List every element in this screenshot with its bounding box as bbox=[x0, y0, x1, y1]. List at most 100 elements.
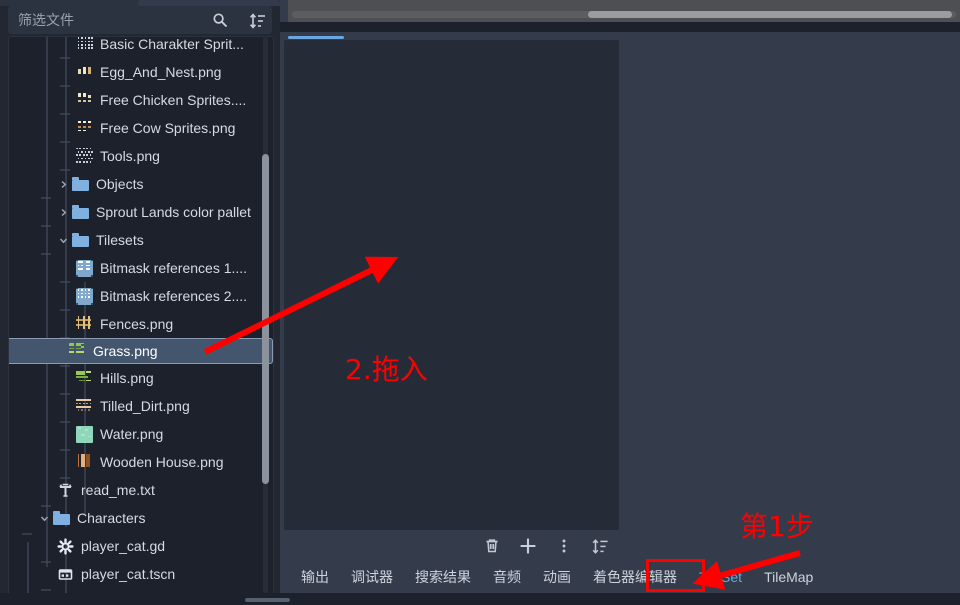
tree-row[interactable]: Hills.png bbox=[9, 364, 273, 392]
sprite-thumb-hills bbox=[76, 370, 93, 387]
bottom-tab-label: TileSet bbox=[699, 568, 743, 585]
tree-row-label: Hills.png bbox=[100, 370, 154, 386]
tree-row[interactable]: Fences.png bbox=[9, 310, 273, 338]
filter-bar bbox=[8, 6, 272, 34]
bottom-tab-label: 输出 bbox=[301, 568, 329, 585]
filesystem-tree[interactable]: Basic Charakter Sprit... Egg_And_Nest.png… bbox=[8, 36, 274, 596]
folder-icon bbox=[72, 232, 89, 247]
tree-row-selected[interactable]: Grass.png bbox=[9, 338, 273, 364]
bottom-tab-4[interactable]: 动画 bbox=[532, 560, 582, 593]
tree-row-label: Bitmask references 2.... bbox=[100, 288, 248, 304]
tree-row-label: Tools.png bbox=[100, 148, 160, 164]
tree-row[interactable]: Objects bbox=[9, 170, 273, 198]
tree-row[interactable]: Tilled_Dirt.png bbox=[9, 392, 273, 420]
tileset-toolbar bbox=[284, 532, 619, 560]
tree-row-label: Grass.png bbox=[93, 343, 158, 359]
tree-row[interactable]: Bitmask references 2.... bbox=[9, 282, 273, 310]
viewport-horizontal-scrollbar[interactable] bbox=[288, 0, 960, 22]
tree-row[interactable]: Characters bbox=[9, 504, 273, 532]
tree-row[interactable]: Tilesets bbox=[9, 226, 273, 254]
bottom-tab-6[interactable]: TileSet bbox=[688, 560, 753, 593]
filesystem-vertical-scrollbar[interactable] bbox=[261, 36, 270, 594]
sprite-thumb-tools bbox=[76, 147, 93, 165]
bottom-tab-label: TileMap bbox=[764, 568, 814, 585]
tree-row-label: player_cat.gd bbox=[81, 538, 166, 554]
tree-row[interactable]: read_me.txt bbox=[9, 476, 273, 504]
filesystem-tree-rows: Basic Charakter Sprit... Egg_And_Nest.png… bbox=[9, 36, 273, 588]
sprite-thumb-bitmask2 bbox=[76, 287, 93, 305]
tree-row[interactable]: Egg_And_Nest.png bbox=[9, 58, 273, 86]
chevron-right-icon[interactable] bbox=[57, 206, 70, 219]
bottom-tab-3[interactable]: 音频 bbox=[482, 560, 532, 593]
tree-row-label: Sprout Lands color pallet bbox=[96, 204, 251, 220]
sprite-thumb-wooden-house bbox=[76, 453, 93, 471]
sprite-thumb-tilled-dirt bbox=[76, 398, 93, 415]
sprite-thumb-water bbox=[76, 425, 93, 443]
delete-icon[interactable] bbox=[481, 535, 503, 557]
tree-row-label: player_cat.tscn bbox=[81, 566, 176, 582]
tree-row-label: Objects bbox=[96, 176, 144, 192]
tree-row[interactable]: Water.png bbox=[9, 420, 273, 448]
bottom-tab-5[interactable]: 着色器编辑器 bbox=[582, 560, 688, 593]
filesystem-dock: Basic Charakter Sprit... Egg_And_Nest.png… bbox=[0, 0, 280, 605]
bottom-tab-label: 搜索结果 bbox=[415, 568, 471, 585]
tree-row-label: Characters bbox=[77, 510, 146, 526]
tree-row-label: Tilesets bbox=[96, 232, 144, 248]
status-bar bbox=[0, 593, 960, 605]
sprite-thumb-cow bbox=[76, 120, 93, 137]
folder-icon bbox=[72, 204, 89, 219]
scene-icon bbox=[57, 566, 74, 583]
tree-row-label: read_me.txt bbox=[81, 482, 155, 498]
filter-files-input[interactable] bbox=[8, 6, 272, 34]
bottom-tab-2[interactable]: 搜索结果 bbox=[404, 560, 482, 593]
sprite-thumb-bitmask1 bbox=[76, 259, 93, 277]
scrollbar-thumb[interactable] bbox=[262, 154, 269, 484]
chevron-down-icon[interactable] bbox=[57, 234, 70, 247]
sprite-thumb-fences bbox=[76, 315, 93, 333]
more-options-icon[interactable] bbox=[553, 535, 575, 557]
tree-row-label: Fences.png bbox=[100, 316, 174, 332]
panel-divider bbox=[280, 22, 960, 32]
tree-row-label: Wooden House.png bbox=[100, 454, 224, 470]
bottom-tab-7[interactable]: TileMap bbox=[753, 560, 824, 593]
tree-row[interactable]: Free Chicken Sprites.... bbox=[9, 86, 273, 114]
bottom-tab-label: 动画 bbox=[543, 568, 571, 585]
tree-row-label: Basic Charakter Sprit... bbox=[100, 36, 244, 52]
tree-row-label: Free Chicken Sprites.... bbox=[100, 92, 247, 108]
gdscript-icon bbox=[57, 537, 74, 555]
add-icon[interactable] bbox=[517, 535, 539, 557]
text-file-icon bbox=[57, 482, 74, 499]
bottom-tab-label: 音频 bbox=[493, 568, 521, 585]
chevron-down-icon[interactable] bbox=[38, 512, 51, 525]
tree-row[interactable]: Sprout Lands color pallet bbox=[9, 198, 273, 226]
sprite-thumb-chicken bbox=[76, 92, 93, 109]
tree-row-label: Water.png bbox=[100, 426, 164, 442]
tree-row-label: Tilled_Dirt.png bbox=[100, 398, 190, 414]
tree-row[interactable]: Tools.png bbox=[9, 142, 273, 170]
tileset-drop-area[interactable] bbox=[284, 40, 619, 530]
sprite-thumb-basic-character bbox=[76, 37, 93, 53]
tree-row[interactable]: Bitmask references 1.... bbox=[9, 254, 273, 282]
sort-icon[interactable] bbox=[248, 11, 268, 31]
bottom-tab-label: 调试器 bbox=[351, 568, 393, 585]
tree-row[interactable]: Basic Charakter Sprit... bbox=[9, 36, 273, 58]
scrollbar-thumb[interactable] bbox=[588, 11, 952, 18]
sprite-thumb-grass bbox=[69, 342, 86, 360]
bottom-tab-1[interactable]: 调试器 bbox=[340, 560, 404, 593]
bottom-tab-label: 着色器编辑器 bbox=[593, 568, 677, 585]
sort-icon[interactable] bbox=[589, 535, 611, 557]
tree-row[interactable]: player_cat.tscn bbox=[9, 560, 273, 588]
tree-row[interactable]: Free Cow Sprites.png bbox=[9, 114, 273, 142]
folder-icon bbox=[53, 510, 70, 525]
tree-row-label: Free Cow Sprites.png bbox=[100, 120, 236, 136]
bottom-horizontal-scrollbar-thumb[interactable] bbox=[245, 598, 290, 602]
godot-editor-window: Basic Charakter Sprit... Egg_And_Nest.png… bbox=[0, 0, 960, 605]
tree-row[interactable]: Wooden House.png bbox=[9, 448, 273, 476]
bottom-tab-0[interactable]: 输出 bbox=[290, 560, 340, 593]
tree-row[interactable]: player_cat.gd bbox=[9, 532, 273, 560]
folder-icon bbox=[72, 176, 89, 191]
sprite-thumb-egg-and-nest bbox=[76, 64, 93, 81]
chevron-right-icon[interactable] bbox=[57, 178, 70, 191]
tree-row-label: Egg_And_Nest.png bbox=[100, 64, 222, 80]
bottom-dock-tabs: 输出 调试器 搜索结果 音频 动画 着色器编辑器 TileSet TileMap bbox=[280, 560, 960, 593]
